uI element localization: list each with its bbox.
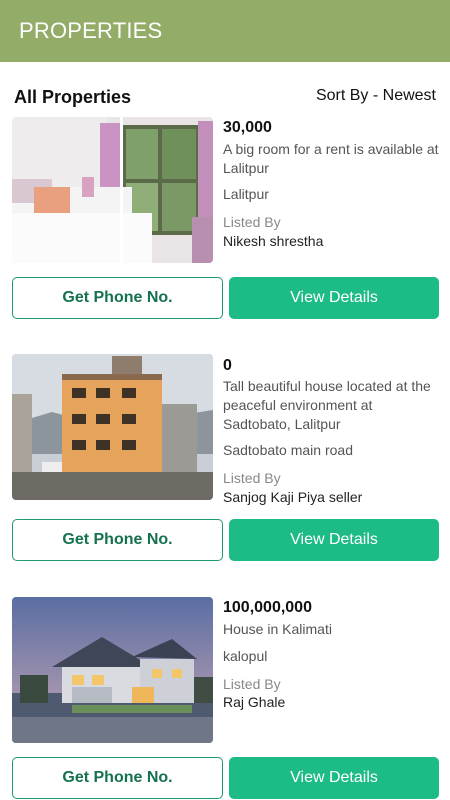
property-image[interactable] [12, 597, 213, 743]
view-details-button[interactable]: View Details [229, 277, 439, 319]
get-phone-button[interactable]: Get Phone No. [12, 519, 223, 561]
property-description: A big room for a rent is available at La… [223, 141, 439, 176]
get-phone-button[interactable]: Get Phone No. [12, 757, 223, 799]
property-price: 30,000 [223, 119, 272, 136]
property-image[interactable] [12, 354, 213, 500]
property-price: 100,000,000 [223, 599, 312, 616]
app-title: PROPERTIES [19, 18, 163, 43]
property-description: House in Kalimati [223, 621, 332, 637]
section-title: All Properties [14, 87, 132, 107]
property-image[interactable] [12, 117, 213, 263]
listed-by-label: Listed By [223, 470, 281, 486]
property-owner: Raj Ghale [223, 694, 286, 710]
property-description: Tall beautiful house located at the peac… [223, 378, 431, 432]
listed-by-label: Listed By [223, 214, 281, 230]
get-phone-button[interactable]: Get Phone No. [12, 277, 223, 319]
property-location: Sadtobato main road [223, 442, 353, 458]
app-bar: PROPERTIES [0, 0, 450, 62]
property-location: kalopul [223, 648, 268, 664]
view-details-button[interactable]: View Details [229, 757, 439, 799]
sort-dropdown[interactable]: Sort By - Newest [316, 87, 436, 105]
property-owner: Sanjog Kaji Piya seller [223, 489, 363, 505]
property-price: 0 [223, 357, 232, 374]
view-details-button[interactable]: View Details [229, 519, 439, 561]
property-owner: Nikesh shrestha [223, 233, 324, 249]
listed-by-label: Listed By [223, 676, 281, 692]
property-location: Lalitpur [223, 186, 269, 202]
